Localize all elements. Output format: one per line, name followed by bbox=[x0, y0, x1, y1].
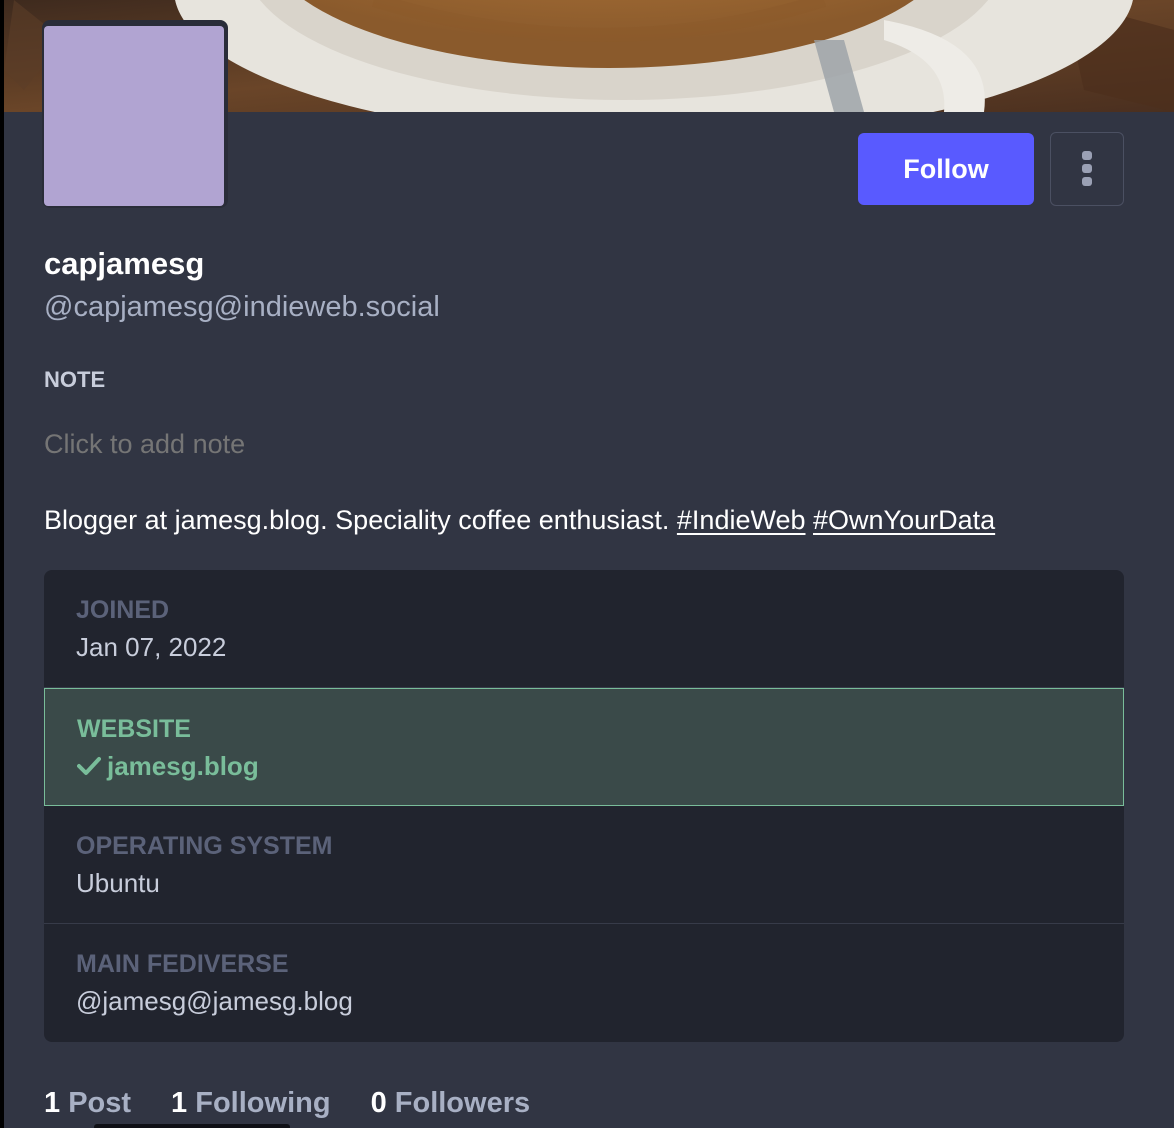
field-name: OPERATING SYSTEM bbox=[76, 832, 333, 860]
follow-button[interactable]: Follow bbox=[858, 133, 1034, 205]
vertical-ellipsis-icon bbox=[1082, 151, 1092, 186]
posts-label: Post bbox=[68, 1087, 132, 1119]
field-name: JOINED bbox=[76, 596, 170, 624]
following-count: 1 bbox=[171, 1087, 188, 1119]
field-main-fediverse: MAIN FEDIVERSE @jamesg@jamesg.blog bbox=[44, 924, 1124, 1042]
bio: Blogger at jamesg.blog. Speciality coffe… bbox=[44, 500, 995, 540]
avatar[interactable] bbox=[42, 20, 228, 208]
field-joined: JOINED Jan 07, 2022 bbox=[44, 570, 1124, 688]
field-value: @jamesg@jamesg.blog bbox=[76, 986, 353, 1016]
followers-count: 0 bbox=[370, 1087, 387, 1119]
profile-card: Follow capjamesg @capjamesg@indieweb.soc… bbox=[4, 0, 1174, 1128]
profile-fields: JOINED Jan 07, 2022 WEBSITE jamesg.blog … bbox=[44, 570, 1124, 1042]
website-link[interactable]: jamesg.blog bbox=[107, 749, 259, 783]
bio-text: Blogger at jamesg.blog. Speciality coffe… bbox=[44, 505, 670, 535]
account-handle: @capjamesg@indieweb.social bbox=[44, 291, 440, 323]
profile-counts: 1 Post 1 Following 0 Followers bbox=[44, 1084, 530, 1124]
page: Follow capjamesg @capjamesg@indieweb.soc… bbox=[0, 0, 1174, 1128]
hashtag-link-ownyourdata[interactable]: #OwnYourData bbox=[813, 505, 995, 535]
hashtag-link-indieweb[interactable]: #IndieWeb bbox=[677, 505, 806, 535]
field-operating-system: OPERATING SYSTEM Ubuntu bbox=[44, 806, 1124, 924]
check-icon bbox=[77, 757, 101, 775]
posts-count: 1 bbox=[44, 1087, 61, 1119]
following-label: Following bbox=[195, 1087, 331, 1119]
display-name: capjamesg bbox=[44, 246, 205, 281]
posts-count-link[interactable]: 1 Post bbox=[44, 1084, 131, 1124]
followers-count-link[interactable]: 0 Followers bbox=[371, 1084, 531, 1124]
followers-label: Followers bbox=[394, 1087, 531, 1119]
note-label: NOTE bbox=[44, 367, 106, 392]
field-name: WEBSITE bbox=[77, 715, 191, 743]
field-value: Ubuntu bbox=[76, 868, 160, 898]
field-value: jamesg.blog bbox=[77, 749, 259, 783]
field-website: WEBSITE jamesg.blog bbox=[44, 688, 1124, 806]
following-count-link[interactable]: 1 Following bbox=[171, 1084, 331, 1124]
note-input[interactable] bbox=[44, 426, 744, 462]
field-value: Jan 07, 2022 bbox=[76, 632, 227, 662]
active-tab-indicator bbox=[94, 1124, 290, 1128]
more-options-button[interactable] bbox=[1050, 132, 1124, 206]
avatar-image bbox=[44, 26, 224, 206]
field-name: MAIN FEDIVERSE bbox=[76, 950, 289, 978]
